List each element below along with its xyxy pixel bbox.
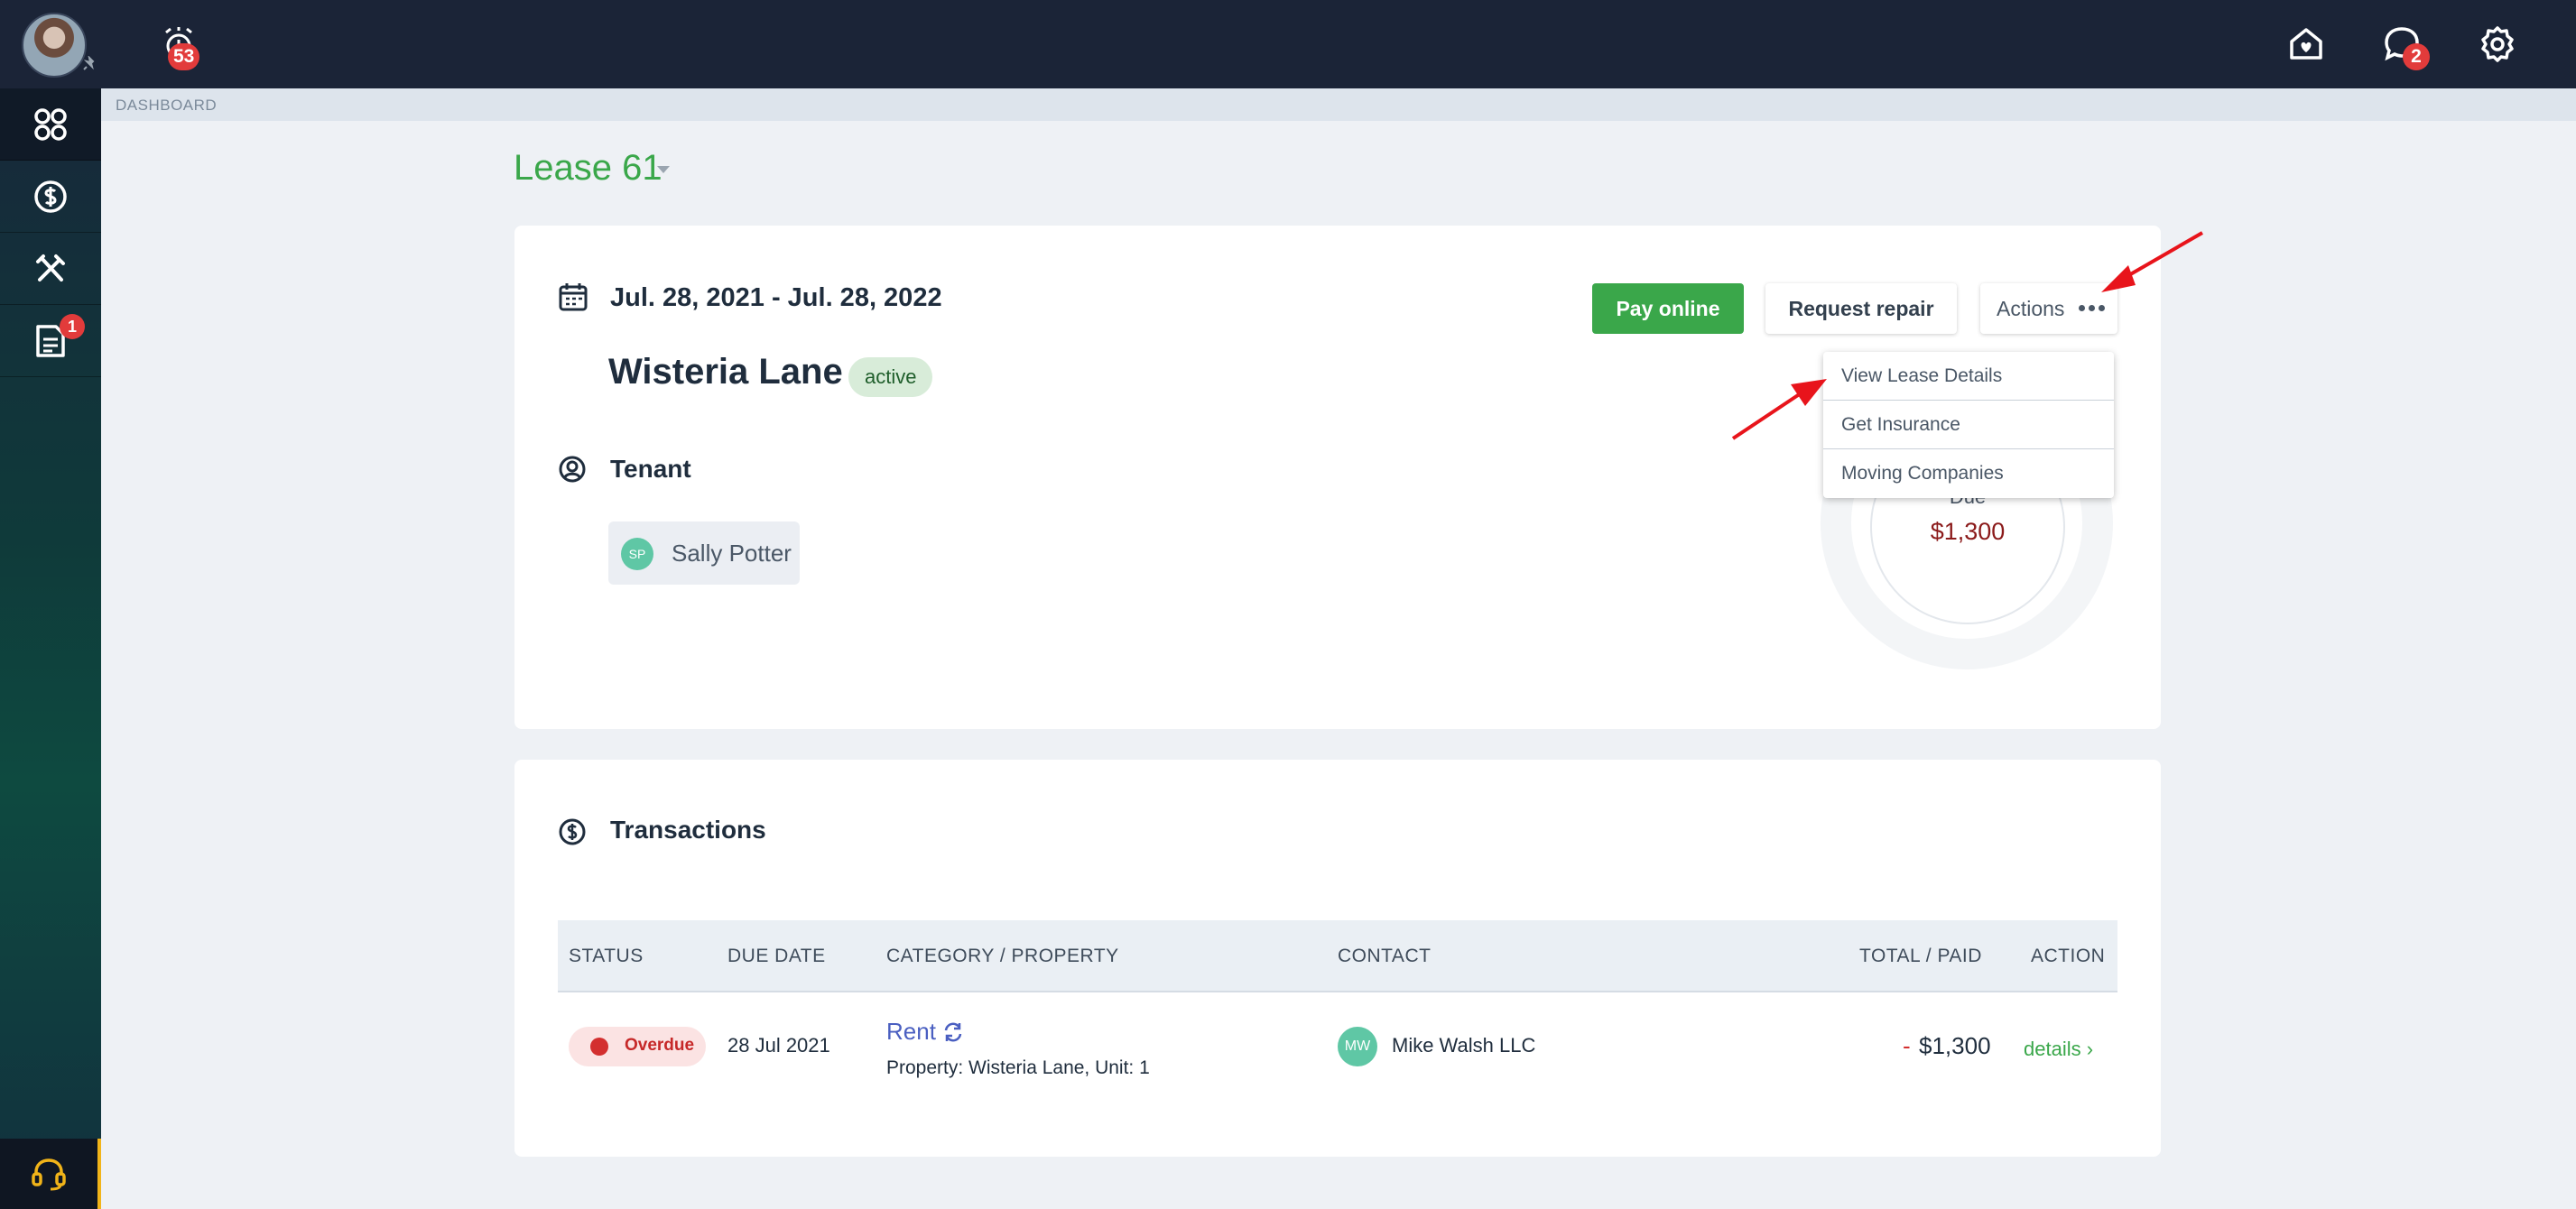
lease-summary-card: Jul. 28, 2021 - Jul. 28, 2022 Wisteria L… (514, 226, 2161, 729)
message-count-badge: 2 (2403, 43, 2430, 70)
column-header-category[interactable]: CATEGORY / PROPERTY (886, 946, 1119, 967)
column-header-contact[interactable]: CONTACT (1338, 946, 1431, 967)
column-header-total[interactable]: TOTAL / PAID (1859, 946, 1982, 967)
transactions-card: Transactions STATUS DUE DATE CATEGORY / … (514, 760, 2161, 1157)
dollar-circle-icon (559, 818, 586, 845)
status-text: Overdue (625, 1036, 695, 1055)
category-link[interactable]: Rent (886, 1018, 936, 1046)
clock-icon (590, 1038, 608, 1056)
column-header-status[interactable]: STATUS (569, 946, 644, 967)
breadcrumb-bar: DASHBOARD (101, 88, 2576, 121)
actions-label: Actions (1997, 297, 2065, 320)
actions-dropdown-menu: View Lease Details Get Insurance Moving … (1823, 352, 2114, 498)
recurring-icon (944, 1022, 962, 1042)
sidebar: 1 (0, 88, 101, 1209)
sidebar-item-payments[interactable] (0, 161, 101, 233)
gear-icon[interactable] (2477, 23, 2518, 65)
table-header: STATUS DUE DATE CATEGORY / PROPERTY CONT… (558, 920, 2117, 992)
due-amount: $1,300 (1930, 518, 2006, 545)
tenant-heading: Tenant (610, 455, 691, 483)
request-repair-button[interactable]: Request repair (1765, 283, 1957, 334)
menu-item-moving-companies[interactable]: Moving Companies (1823, 449, 2114, 498)
page-title[interactable]: Lease 61 (514, 148, 663, 189)
calendar-icon (559, 283, 588, 311)
pay-online-button[interactable]: Pay online (1592, 283, 1744, 334)
dashboard-icon (34, 107, 67, 141)
lease-date-range: Jul. 28, 2021 - Jul. 28, 2022 (610, 283, 942, 312)
sidebar-item-dashboard[interactable] (0, 88, 101, 161)
chevron-down-icon[interactable] (657, 166, 670, 173)
documents-count-badge: 1 (60, 314, 85, 339)
due-date-cell: 28 Jul 2021 (727, 1034, 830, 1057)
support-button[interactable] (0, 1139, 101, 1209)
transactions-heading: Transactions (610, 816, 766, 844)
annotation-arrow-actions (2101, 231, 2204, 292)
overdue-status-badge: Overdue (569, 1027, 706, 1066)
property-name: Wisteria Lane (608, 352, 843, 392)
dollar-icon (34, 180, 67, 213)
alarm-count-badge: 53 (168, 43, 200, 70)
status-badge: active (848, 357, 933, 397)
more-dots-icon (2079, 305, 2105, 311)
user-circle-icon (559, 456, 586, 483)
property-cell: Property: Wisteria Lane, Unit: 1 (886, 1057, 1150, 1078)
total-sign: - (1903, 1032, 1911, 1059)
breadcrumb[interactable]: DASHBOARD (116, 97, 217, 115)
annotation-arrow-view-lease (1731, 379, 1827, 440)
tenant-name: Sally Potter (672, 540, 792, 567)
total-cell: $1,300 (1919, 1032, 1991, 1059)
sidebar-item-documents[interactable]: 1 (0, 305, 101, 377)
home-heart-icon[interactable] (2285, 23, 2327, 65)
user-avatar[interactable] (22, 13, 87, 78)
contact-cell[interactable]: Mike Walsh LLC (1392, 1034, 1535, 1057)
contact-avatar: MW (1338, 1027, 1377, 1066)
tenant-chip[interactable]: SP Sally Potter (608, 521, 800, 585)
top-bar: 53 2 (0, 0, 2576, 88)
headset-icon (32, 1158, 66, 1191)
sidebar-item-maintenance[interactable] (0, 233, 101, 305)
pin-icon (83, 56, 95, 70)
column-header-due-date[interactable]: DUE DATE (727, 946, 826, 967)
tools-icon (36, 254, 65, 281)
tenant-avatar: SP (621, 538, 653, 570)
table-row: Overdue 28 Jul 2021 Rent Property: Wiste… (558, 992, 2117, 1101)
menu-item-view-lease-details[interactable]: View Lease Details (1823, 352, 2114, 401)
column-header-action[interactable]: ACTION (2031, 946, 2105, 967)
details-link[interactable]: details › (2024, 1038, 2093, 1061)
menu-item-get-insurance[interactable]: Get Insurance (1823, 401, 2114, 449)
